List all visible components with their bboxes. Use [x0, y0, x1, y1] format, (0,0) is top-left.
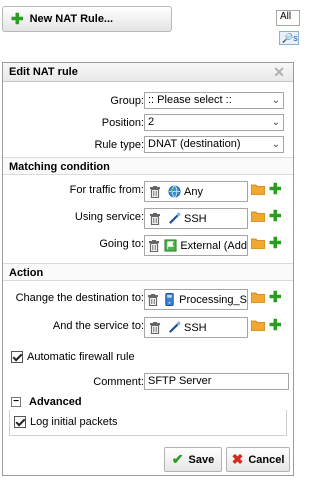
- position-label: Position:: [101, 117, 144, 129]
- dialog-title: Edit NAT rule: [9, 66, 78, 78]
- using-service-value: SSH: [184, 212, 207, 225]
- new-nat-rule-label: New NAT Rule...: [29, 13, 114, 25]
- auto-firewall-label: Automatic firewall rule: [27, 351, 135, 363]
- comment-row: Comment: SFTP Server: [3, 373, 293, 393]
- add-icon[interactable]: ✚: [269, 236, 282, 251]
- cancel-label: Cancel: [248, 453, 285, 466]
- trash-icon[interactable]: [147, 293, 159, 306]
- advanced-header[interactable]: − Advanced: [9, 393, 287, 410]
- new-nat-rule-button[interactable]: ✚ New NAT Rule...: [2, 6, 172, 32]
- auto-firewall-checkbox[interactable]: [11, 351, 23, 363]
- trash-icon[interactable]: [147, 321, 163, 334]
- group-select[interactable]: :: Please select :: ⌄: [144, 92, 284, 109]
- position-select[interactable]: 2 ⌄: [144, 114, 284, 131]
- check-icon: ✔: [171, 451, 184, 467]
- group-value: :: Please select ::: [148, 94, 232, 106]
- rule-type-select[interactable]: DNAT (destination) ⌄: [144, 136, 284, 153]
- trash-icon[interactable]: [147, 239, 160, 252]
- traffic-from-row: For traffic from: Any ✚: [3, 181, 293, 203]
- log-initial-checkbox[interactable]: [14, 416, 26, 428]
- service-to-value: SSH: [184, 321, 207, 334]
- folder-icon[interactable]: [250, 320, 266, 334]
- traffic-from-label: For traffic from:: [69, 184, 144, 196]
- service-to-box[interactable]: SSH: [144, 317, 248, 338]
- folder-icon[interactable]: [250, 292, 266, 306]
- folder-icon[interactable]: [250, 184, 266, 198]
- action-heading: Action: [3, 263, 293, 281]
- save-label: Save: [188, 453, 215, 466]
- going-to-row: Going to: External (Add ✚: [3, 235, 293, 257]
- group-row: Group: :: Please select :: ⌄: [3, 92, 293, 112]
- add-icon[interactable]: ✚: [269, 290, 282, 305]
- change-destination-label: Change the destination to:: [15, 292, 144, 304]
- group-label: Group:: [110, 95, 144, 107]
- traffic-from-value: Any: [184, 185, 203, 198]
- traffic-from-box[interactable]: Any: [144, 181, 248, 202]
- rule-type-label: Rule type:: [94, 139, 144, 151]
- advanced-label: Advanced: [29, 395, 82, 408]
- chevron-down-icon: ⌄: [271, 117, 280, 128]
- service-to-row: And the service to: SSH ✚: [3, 317, 293, 339]
- trash-icon[interactable]: [147, 185, 163, 198]
- matching-condition-heading: Matching condition: [3, 157, 293, 175]
- interface-icon: [164, 239, 177, 253]
- change-destination-row: Change the destination to: Processing_S …: [3, 289, 293, 311]
- using-service-box[interactable]: SSH: [144, 208, 248, 229]
- rule-type-value: DNAT (destination): [148, 138, 241, 150]
- auto-firewall-row[interactable]: Automatic firewall rule: [11, 351, 135, 363]
- rule-type-row: Rule type: DNAT (destination) ⌄: [3, 136, 293, 156]
- trash-icon[interactable]: [147, 212, 163, 225]
- change-destination-box[interactable]: Processing_S: [144, 289, 248, 310]
- going-to-value: External (Add: [180, 239, 247, 252]
- cancel-icon: ✖: [231, 451, 244, 467]
- log-initial-row[interactable]: Log initial packets: [14, 416, 117, 428]
- advanced-panel: Log initial packets: [9, 410, 287, 436]
- using-service-row: Using service: SSH ✚: [3, 208, 293, 230]
- service-icon: [167, 212, 181, 226]
- save-button[interactable]: ✔ Save: [164, 447, 222, 472]
- add-icon[interactable]: ✚: [269, 209, 282, 224]
- going-to-box[interactable]: External (Add: [144, 235, 248, 256]
- service-to-label: And the service to:: [52, 320, 144, 332]
- search-chip-text: s: [293, 33, 298, 43]
- add-icon[interactable]: ✚: [269, 318, 282, 333]
- chevron-down-icon: ⌄: [271, 95, 280, 106]
- folder-icon[interactable]: [250, 211, 266, 225]
- add-icon[interactable]: ✚: [269, 182, 282, 197]
- globe-icon: [167, 185, 181, 199]
- going-to-label: Going to:: [99, 238, 144, 250]
- dialog-titlebar: Edit NAT rule ✕: [3, 63, 293, 82]
- plus-icon: ✚: [11, 10, 24, 28]
- chevron-down-icon: ⌄: [271, 139, 280, 150]
- using-service-label: Using service:: [74, 211, 144, 223]
- edit-nat-rule-dialog: Edit NAT rule ✕ Group: :: Please select …: [2, 62, 294, 476]
- service-icon: [167, 321, 181, 335]
- close-icon[interactable]: ✕: [273, 64, 285, 81]
- collapse-icon[interactable]: −: [11, 396, 21, 407]
- comment-input[interactable]: SFTP Server: [144, 373, 289, 390]
- change-destination-value: Processing_S: [179, 293, 247, 306]
- comment-label: Comment:: [93, 376, 144, 388]
- search-chip[interactable]: 🔎 s: [279, 31, 299, 45]
- host-icon: [163, 293, 176, 307]
- search-icon: 🔎: [282, 32, 294, 43]
- position-row: Position: 2 ⌄: [3, 114, 293, 134]
- filter-select[interactable]: All: [276, 10, 300, 26]
- folder-icon[interactable]: [250, 238, 266, 252]
- log-initial-label: Log initial packets: [30, 416, 118, 428]
- position-value: 2: [148, 116, 155, 128]
- cancel-button[interactable]: ✖ Cancel: [226, 447, 290, 472]
